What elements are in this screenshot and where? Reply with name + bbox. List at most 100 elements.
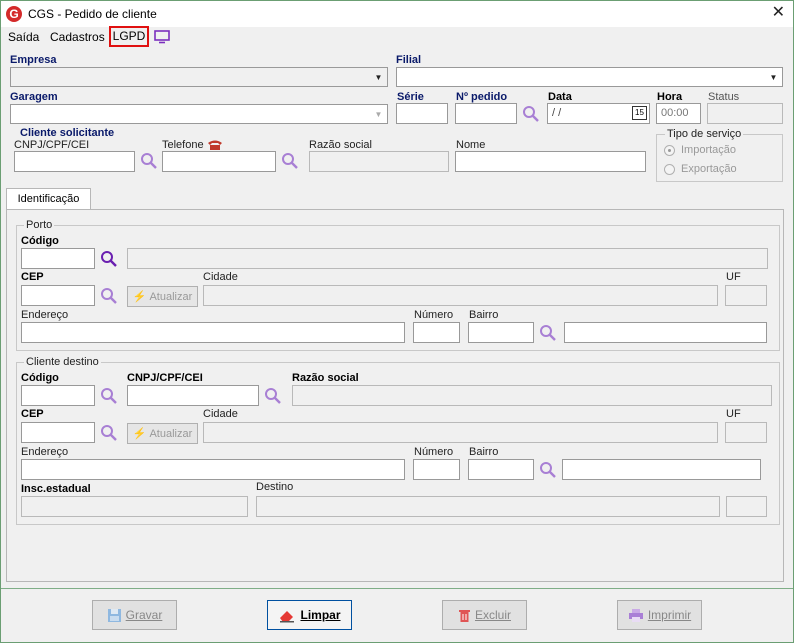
chevron-down-icon: ▼ — [374, 110, 383, 119]
destino-bairro-label: Bairro — [469, 446, 499, 458]
destino-endereco-label: Endereço — [21, 446, 69, 458]
radio-importacao[interactable] — [664, 145, 675, 156]
porto-atualizar-button[interactable]: ⚡ Atualizar — [127, 286, 198, 307]
excluir-button[interactable]: Excluir — [442, 600, 527, 630]
insc-estadual-field — [21, 496, 248, 517]
telefone-input[interactable] — [162, 151, 276, 172]
destino-numero-input[interactable] — [413, 459, 460, 480]
destino-numero-label: Número — [414, 446, 454, 458]
destino-endereco-input[interactable] — [21, 459, 405, 480]
cliente-solicitante-title: Cliente solicitante — [20, 127, 115, 139]
window-title: CGS - Pedido de cliente — [28, 7, 157, 21]
destino-codigo-label: Código — [21, 372, 59, 384]
status-field — [707, 103, 783, 124]
destino-atualizar-button[interactable]: ⚡ Atualizar — [127, 423, 198, 444]
exportacao-label: Exportação — [681, 163, 737, 175]
search-icon[interactable] — [539, 324, 557, 342]
imprimir-label: Imprimir — [647, 608, 692, 622]
data-label: Data — [548, 91, 572, 103]
destino-extra-field — [726, 496, 767, 517]
destino-codigo-input[interactable] — [21, 385, 95, 406]
destino-bairro-input[interactable] — [468, 459, 534, 480]
search-icon[interactable] — [140, 152, 158, 170]
atualizar-label: Atualizar — [149, 290, 193, 303]
destino-uf-field — [725, 422, 767, 443]
atualizar-label: Atualizar — [149, 427, 193, 440]
gravar-label: Gravar — [125, 608, 163, 622]
empresa-label: Empresa — [10, 54, 57, 66]
radio-exportacao[interactable] — [664, 164, 675, 175]
nome-label: Nome — [456, 139, 486, 151]
limpar-button[interactable]: Limpar — [267, 600, 352, 630]
destino-field — [256, 496, 720, 517]
serie-label: Série — [397, 91, 424, 103]
destino-uf-label: UF — [726, 408, 741, 420]
cliente-destino-title: Cliente destino — [24, 356, 101, 368]
destino-cidade-label: Cidade — [203, 408, 238, 420]
imprimir-button[interactable]: Imprimir — [617, 600, 702, 630]
razao-field — [309, 151, 449, 172]
serie-input[interactable] — [396, 103, 448, 124]
porto-cep-input[interactable] — [21, 285, 95, 306]
data-input[interactable]: / / 15 — [547, 103, 650, 124]
nome-input[interactable] — [455, 151, 646, 172]
data-value: / / — [552, 107, 562, 119]
chevron-down-icon: ▼ — [769, 73, 778, 82]
filial-label: Filial — [396, 54, 422, 66]
menu-saida[interactable]: Saída — [8, 30, 39, 44]
empresa-select[interactable]: ▼ — [10, 67, 388, 87]
cgs-logo-icon: G — [6, 6, 22, 22]
gravar-button[interactable]: Gravar — [92, 600, 177, 630]
tipo-servico-title: Tipo de serviço — [665, 128, 744, 140]
porto-nome-field — [127, 248, 768, 269]
porto-bairro-nome-input[interactable] — [564, 322, 767, 343]
destino-label: Destino — [256, 481, 294, 493]
porto-bairro-label: Bairro — [469, 309, 499, 321]
calendar-icon[interactable]: 15 — [632, 106, 647, 120]
pedido-input[interactable] — [455, 103, 517, 124]
garagem-select[interactable]: ▼ — [10, 104, 388, 124]
status-label: Status — [708, 91, 740, 103]
porto-uf-field — [725, 285, 767, 306]
search-icon[interactable] — [539, 461, 557, 479]
close-icon[interactable]: ✕ — [772, 5, 785, 21]
chevron-down-icon: ▼ — [374, 73, 383, 82]
porto-numero-input[interactable] — [413, 322, 460, 343]
porto-endereco-input[interactable] — [21, 322, 405, 343]
destino-cidade-field — [203, 422, 718, 443]
destino-razao-label: Razão social — [292, 372, 359, 384]
search-icon[interactable] — [100, 387, 118, 405]
destino-cnpj-label: CNPJ/CPF/CEI — [127, 372, 203, 384]
search-icon[interactable] — [100, 424, 118, 442]
trash-icon — [458, 609, 470, 622]
destino-cep-input[interactable] — [21, 422, 95, 443]
tab-identificacao[interactable]: Identificação — [6, 188, 91, 210]
porto-bairro-input[interactable] — [468, 322, 534, 343]
menu-lgpd[interactable]: LGPD — [109, 26, 149, 47]
search-icon[interactable] — [100, 250, 118, 268]
search-icon[interactable] — [264, 387, 282, 405]
excluir-label: Excluir — [474, 608, 511, 622]
porto-title: Porto — [24, 219, 55, 231]
printer-icon — [628, 608, 643, 622]
cliente-cnpj-input[interactable] — [14, 151, 135, 172]
telefone-label: Telefone — [162, 139, 204, 151]
menu-cadastros[interactable]: Cadastros — [50, 30, 105, 44]
insc-estadual-label: Insc.estadual — [21, 483, 91, 495]
monitor-icon[interactable] — [154, 30, 170, 44]
limpar-label: Limpar — [300, 608, 341, 622]
destino-bairro-nome-input[interactable] — [562, 459, 761, 480]
porto-codigo-label: Código — [21, 235, 59, 247]
porto-cep-label: CEP — [21, 271, 44, 283]
destino-razao-field — [292, 385, 772, 406]
title-bar: G CGS - Pedido de cliente ✕ — [1, 1, 793, 27]
search-icon[interactable] — [100, 287, 118, 305]
search-icon[interactable] — [522, 105, 540, 123]
filial-select[interactable]: ▼ — [396, 67, 783, 87]
destino-cnpj-input[interactable] — [127, 385, 259, 406]
search-icon[interactable] — [281, 152, 299, 170]
hora-input[interactable]: 00:00 — [656, 103, 701, 124]
porto-codigo-input[interactable] — [21, 248, 95, 269]
porto-cidade-field — [203, 285, 718, 306]
lightning-icon: ⚡ — [132, 291, 147, 303]
